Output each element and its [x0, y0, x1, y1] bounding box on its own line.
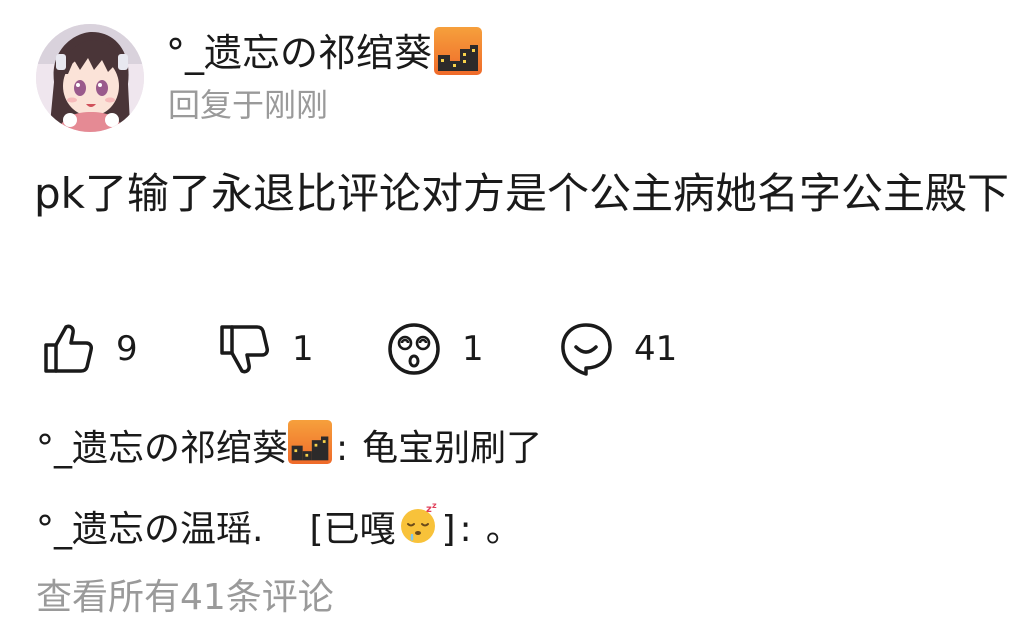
comment-header: °_遗忘の祁绾葵: [166, 27, 483, 79]
comment-content: pk了输了永退比评论对方是个公主病她名字公主殿下: [34, 169, 1009, 218]
reply-button[interactable]: 41: [558, 314, 677, 384]
dizzy-reaction-button[interactable]: 1: [386, 314, 484, 384]
dislike-count: 1: [292, 329, 314, 369]
city-night-badge-icon: [434, 27, 483, 79]
dizzy-face-icon: [388, 323, 440, 375]
svg-text:z: z: [432, 501, 437, 510]
sticker-label-suffix: ]: [441, 508, 456, 550]
city-night-badge-icon: [288, 420, 333, 477]
thumbs-down-icon: [220, 325, 269, 374]
reply-text: 。: [485, 508, 522, 550]
reply-username[interactable]: °_遗忘の温瑶.: [36, 506, 263, 554]
comment-actions: 9 1 1 41: [0, 314, 1034, 384]
sticker-label-prefix: [已嘎: [309, 508, 396, 550]
speech-bubble-icon: [561, 323, 612, 376]
reply-item[interactable]: °_遗忘の祁绾葵 : 龟宝别刷了: [36, 420, 542, 477]
username[interactable]: °_遗忘の祁绾葵: [166, 28, 432, 78]
thumbs-up-icon: [44, 324, 93, 373]
anime-girl-avatar-icon: [36, 24, 144, 132]
reply-colon: :: [459, 508, 472, 550]
dislike-button[interactable]: 1: [216, 314, 314, 384]
view-all-comments-link[interactable]: 查看所有41条评论: [36, 574, 334, 622]
reply-count: 41: [634, 329, 678, 369]
reply-item[interactable]: °_遗忘の温瑶. [已嘎 z z ] : 。: [36, 500, 522, 559]
reply-text: 龟宝别刷了: [362, 427, 543, 469]
reply-timestamp: 回复于刚刚: [168, 86, 329, 124]
user-avatar[interactable]: [36, 24, 144, 132]
dizzy-count: 1: [462, 329, 484, 369]
sleepy-face-icon: z z: [396, 500, 442, 559]
reply-username[interactable]: °_遗忘の祁绾葵: [36, 425, 288, 473]
reply-colon: :: [336, 427, 349, 469]
like-button[interactable]: 9: [40, 314, 138, 384]
like-count: 9: [116, 329, 138, 369]
